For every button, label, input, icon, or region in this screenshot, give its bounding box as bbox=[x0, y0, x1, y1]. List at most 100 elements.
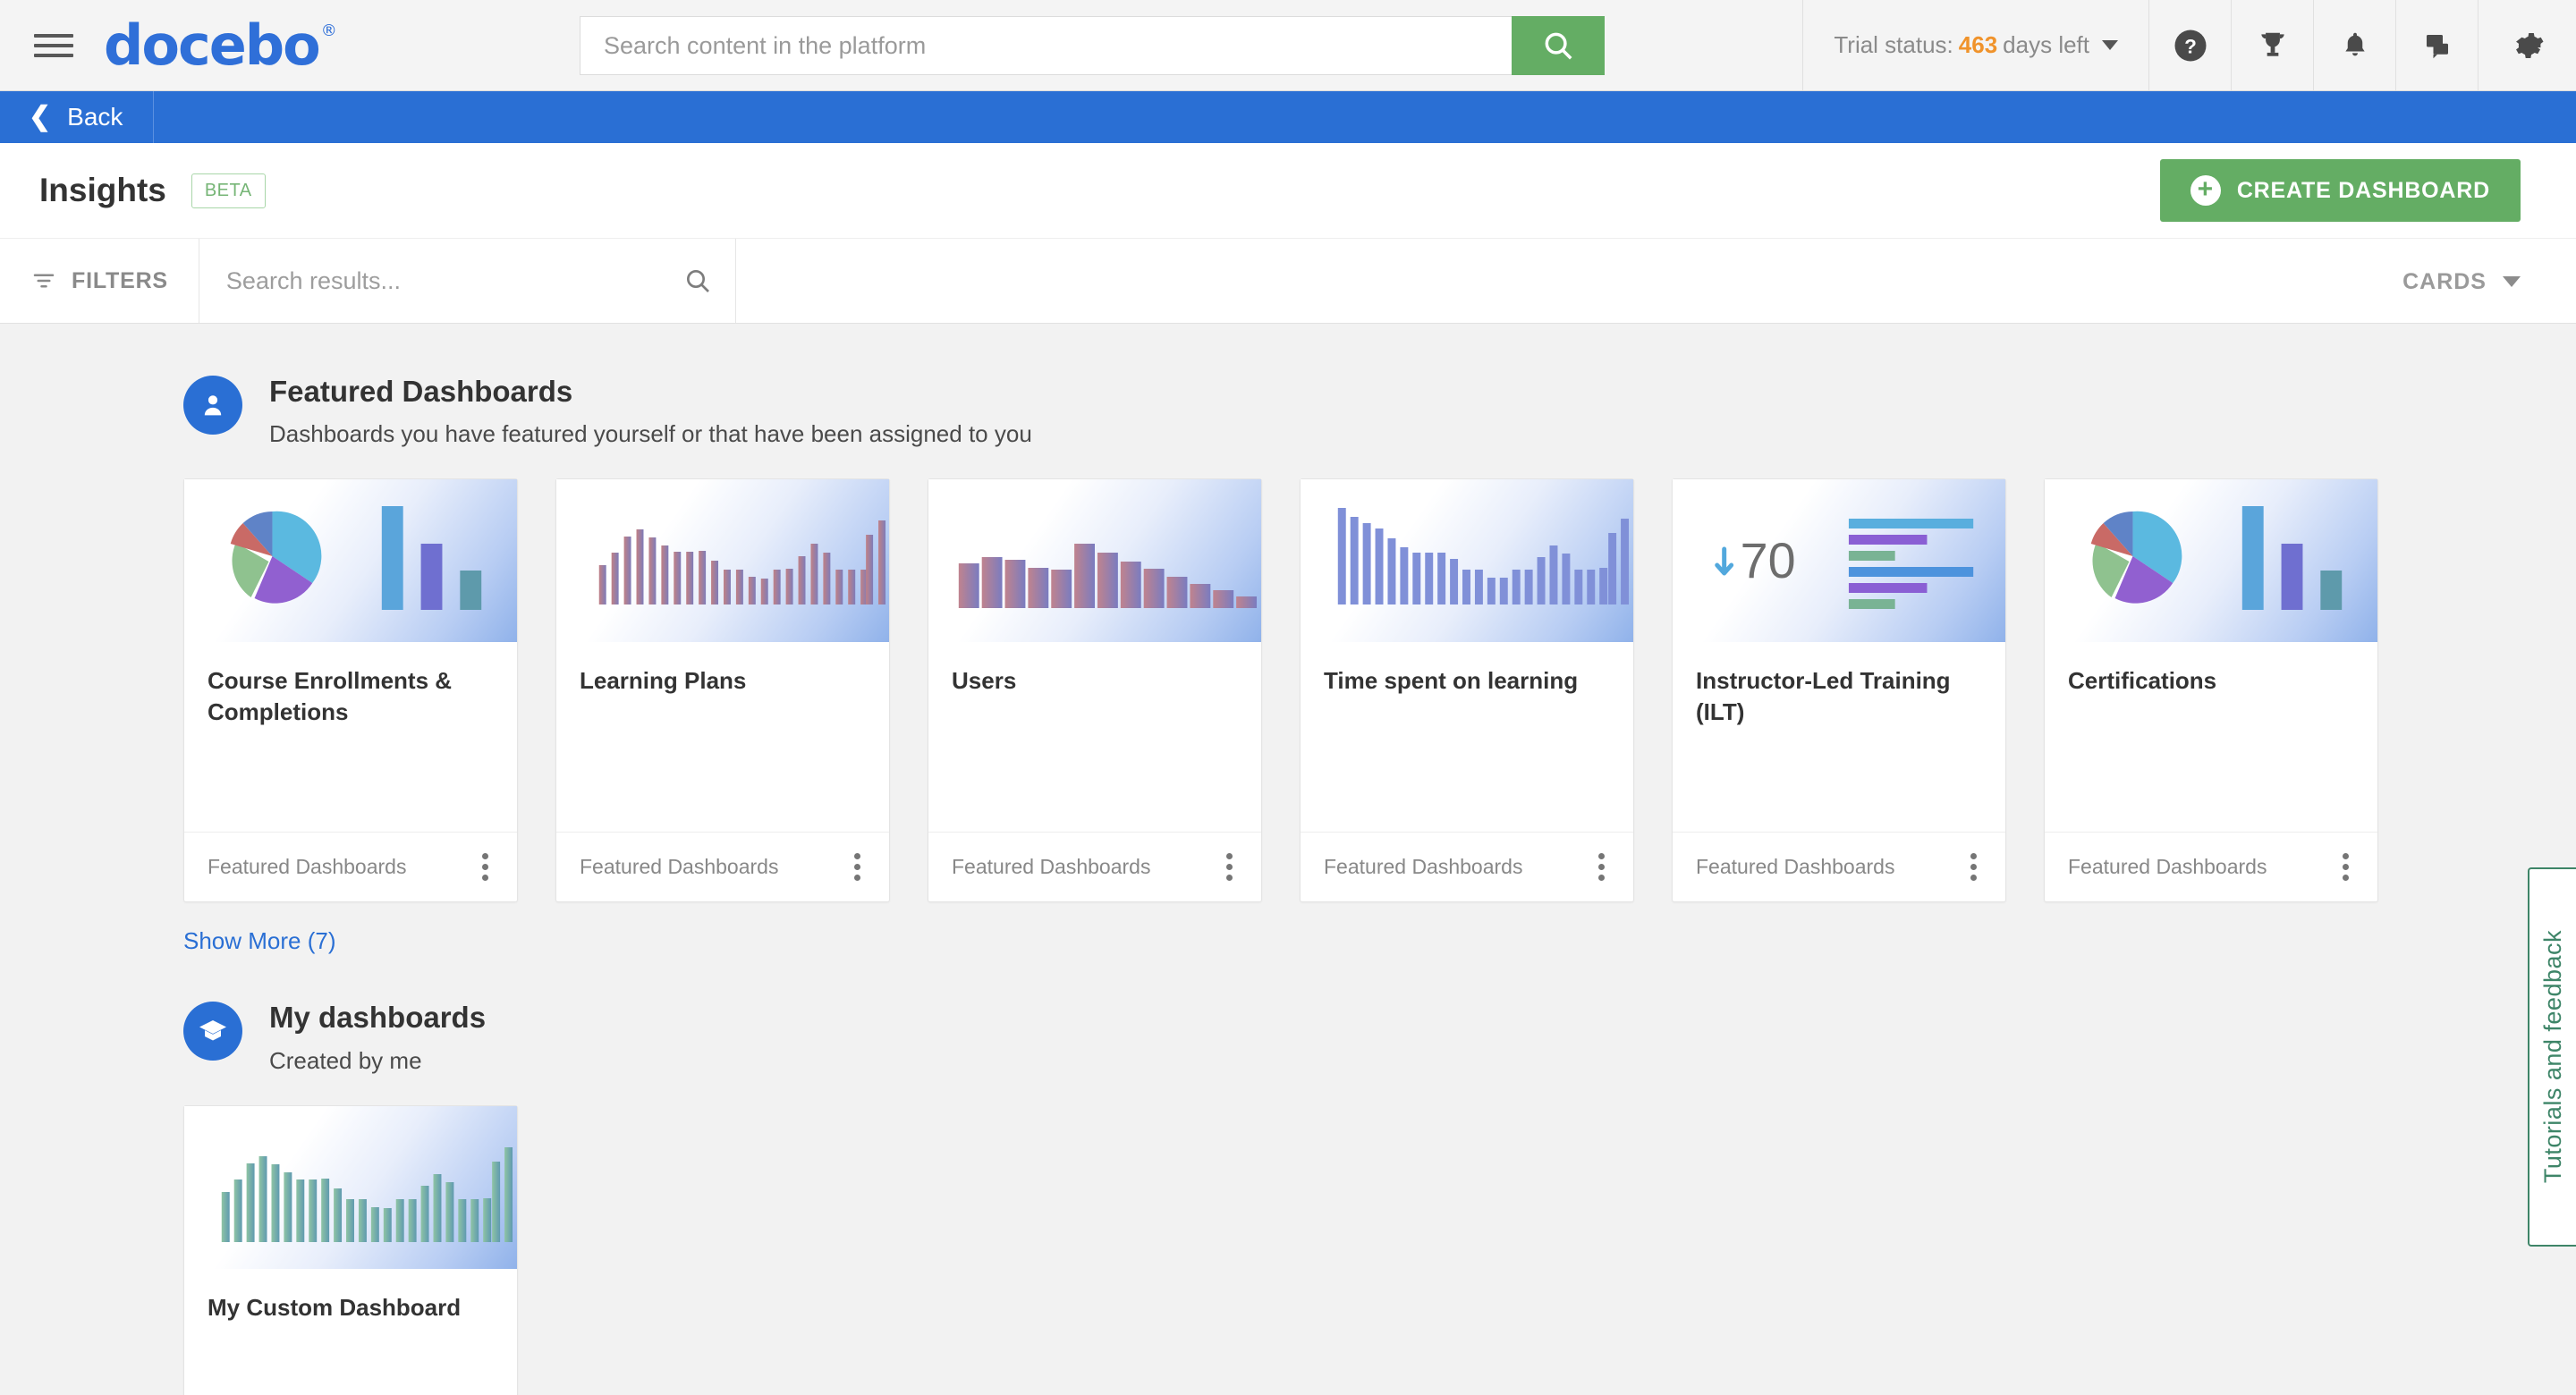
section-featured-header: Featured Dashboards Dashboards you have … bbox=[0, 324, 2576, 448]
card-title: Time spent on learning bbox=[1324, 665, 1610, 697]
docebo-logo[interactable]: docebo® bbox=[104, 18, 335, 73]
beta-badge: BETA bbox=[191, 173, 266, 208]
search-icon[interactable] bbox=[683, 266, 712, 295]
settings-button[interactable] bbox=[2478, 0, 2576, 90]
tutorials-tab-label: Tutorials and feedback bbox=[2539, 930, 2567, 1183]
card-body: My Custom Dashboard bbox=[184, 1269, 517, 1395]
card-title: My Custom Dashboard bbox=[208, 1292, 494, 1323]
gear-icon bbox=[2509, 27, 2546, 64]
trial-prefix: Trial status: bbox=[1834, 31, 1953, 59]
kebab-menu-icon[interactable] bbox=[1591, 844, 1612, 890]
card-body: Course Enrollments & Completions bbox=[184, 642, 517, 832]
card-thumbnail-thin-bars-green bbox=[184, 1106, 517, 1269]
section-title: Featured Dashboards bbox=[269, 376, 1032, 408]
dashboard-card[interactable]: Users Featured Dashboards bbox=[928, 478, 1262, 902]
card-category: Featured Dashboards bbox=[1324, 855, 1522, 879]
card-footer: Featured Dashboards bbox=[1673, 832, 2005, 901]
chevron-down-icon bbox=[2503, 276, 2521, 287]
help-button[interactable]: ? bbox=[2148, 0, 2231, 90]
card-title: Instructor-Led Training (ILT) bbox=[1696, 665, 1982, 728]
tutorials-and-feedback-tab[interactable]: Tutorials and feedback bbox=[2528, 867, 2576, 1247]
card-body: Certifications bbox=[2045, 642, 2377, 832]
trial-status[interactable]: Trial status: 463 days left bbox=[1802, 0, 2148, 90]
global-search bbox=[580, 16, 1605, 75]
kpi-bar-chart-icon: 70 bbox=[1673, 479, 2005, 642]
card-thumbnail-thin-bars-blue bbox=[1301, 479, 1633, 642]
my-dashboards-grid: My Custom Dashboard bbox=[0, 1075, 2576, 1395]
search-results-input[interactable] bbox=[226, 267, 683, 295]
back-label: Back bbox=[67, 103, 123, 131]
bar-chart-icon bbox=[928, 479, 1261, 642]
kebab-menu-icon[interactable] bbox=[2335, 844, 2356, 890]
card-category: Featured Dashboards bbox=[208, 855, 406, 879]
card-thumbnail-thin-bars-red bbox=[556, 479, 889, 642]
chevron-down-icon bbox=[2102, 40, 2118, 50]
dashboard-card[interactable]: Course Enrollments & Completions Feature… bbox=[183, 478, 518, 902]
dashboard-card[interactable]: Certifications Featured Dashboards bbox=[2044, 478, 2378, 902]
search-icon bbox=[1541, 29, 1575, 63]
card-footer: Featured Dashboards bbox=[928, 832, 1261, 901]
search-input[interactable] bbox=[580, 16, 1512, 75]
card-title: Learning Plans bbox=[580, 665, 866, 697]
pie-bar-chart-icon bbox=[184, 479, 517, 642]
card-body: Time spent on learning bbox=[1301, 642, 1633, 832]
dashboard-card[interactable]: My Custom Dashboard bbox=[183, 1105, 518, 1395]
trophy-icon bbox=[2256, 29, 2290, 63]
kebab-menu-icon[interactable] bbox=[475, 844, 496, 890]
dashboard-card[interactable]: Time spent on learning Featured Dashboar… bbox=[1300, 478, 1634, 902]
messages-button[interactable] bbox=[2395, 0, 2478, 90]
logo-text: docebo bbox=[104, 13, 319, 78]
card-title: Users bbox=[952, 665, 1238, 697]
notifications-button[interactable] bbox=[2313, 0, 2395, 90]
page-header: Insights BETA + CREATE DASHBOARD bbox=[0, 143, 2576, 238]
kebab-menu-icon[interactable] bbox=[1219, 844, 1240, 890]
card-body: Instructor-Led Training (ILT) bbox=[1673, 642, 2005, 832]
card-body: Learning Plans bbox=[556, 642, 889, 832]
bar-chart-icon bbox=[184, 1106, 517, 1269]
hamburger-menu-icon[interactable] bbox=[34, 30, 73, 61]
help-icon: ? bbox=[2173, 28, 2208, 63]
show-more-link[interactable]: Show More (7) bbox=[0, 902, 2576, 955]
dashboard-card[interactable]: 70 Instructor-Led Training (ILT) Feature… bbox=[1672, 478, 2006, 902]
svg-text:?: ? bbox=[2184, 35, 2197, 57]
card-footer: Featured Dashboards bbox=[2045, 832, 2377, 901]
filters-button[interactable]: FILTERS bbox=[0, 239, 199, 323]
kebab-menu-icon[interactable] bbox=[847, 844, 868, 890]
view-mode-selector[interactable]: CARDS bbox=[2402, 239, 2521, 325]
back-navigation-bar: ❮ Back bbox=[0, 91, 2576, 143]
filter-toolbar: FILTERS CARDS bbox=[0, 238, 2576, 324]
dashboard-card[interactable]: Learning Plans Featured Dashboards bbox=[555, 478, 890, 902]
plus-circle-icon: + bbox=[2190, 175, 2221, 206]
card-thumbnail-kpi-hbars: 70 bbox=[1673, 479, 2005, 642]
bar-chart-icon bbox=[556, 479, 889, 642]
create-dashboard-label: CREATE DASHBOARD bbox=[2237, 178, 2490, 204]
person-icon bbox=[183, 376, 242, 435]
card-body: Users bbox=[928, 642, 1261, 832]
search-button[interactable] bbox=[1512, 16, 1605, 75]
card-category: Featured Dashboards bbox=[1696, 855, 1894, 879]
chat-icon bbox=[2421, 30, 2453, 62]
header-actions: Trial status: 463 days left ? bbox=[1802, 0, 2576, 90]
section-my-dashboards-header: My dashboards Created by me bbox=[0, 955, 2576, 1074]
card-footer: Featured Dashboards bbox=[556, 832, 889, 901]
section-subtitle: Created by me bbox=[269, 1047, 486, 1075]
pie-bar-chart-icon bbox=[2045, 479, 2377, 642]
card-footer: Featured Dashboards bbox=[184, 832, 517, 901]
create-dashboard-button[interactable]: + CREATE DASHBOARD bbox=[2160, 159, 2521, 222]
section-title: My dashboards bbox=[269, 1002, 486, 1034]
card-title: Certifications bbox=[2068, 665, 2354, 697]
card-category: Featured Dashboards bbox=[952, 855, 1150, 879]
bell-icon bbox=[2339, 30, 2371, 62]
card-category: Featured Dashboards bbox=[2068, 855, 2267, 879]
kebab-menu-icon[interactable] bbox=[1963, 844, 1984, 890]
results-search bbox=[199, 239, 736, 323]
back-button[interactable]: ❮ Back bbox=[0, 91, 154, 143]
top-header: docebo® Trial status: 463 days left ? bbox=[0, 0, 2576, 91]
card-footer: Featured Dashboards bbox=[1301, 832, 1633, 901]
graduation-cap-icon bbox=[183, 1002, 242, 1061]
trial-suffix: days left bbox=[2003, 31, 2089, 59]
funnel-icon bbox=[30, 267, 57, 294]
card-category: Featured Dashboards bbox=[580, 855, 778, 879]
bar-chart-icon bbox=[1301, 479, 1633, 642]
gamification-button[interactable] bbox=[2231, 0, 2313, 90]
